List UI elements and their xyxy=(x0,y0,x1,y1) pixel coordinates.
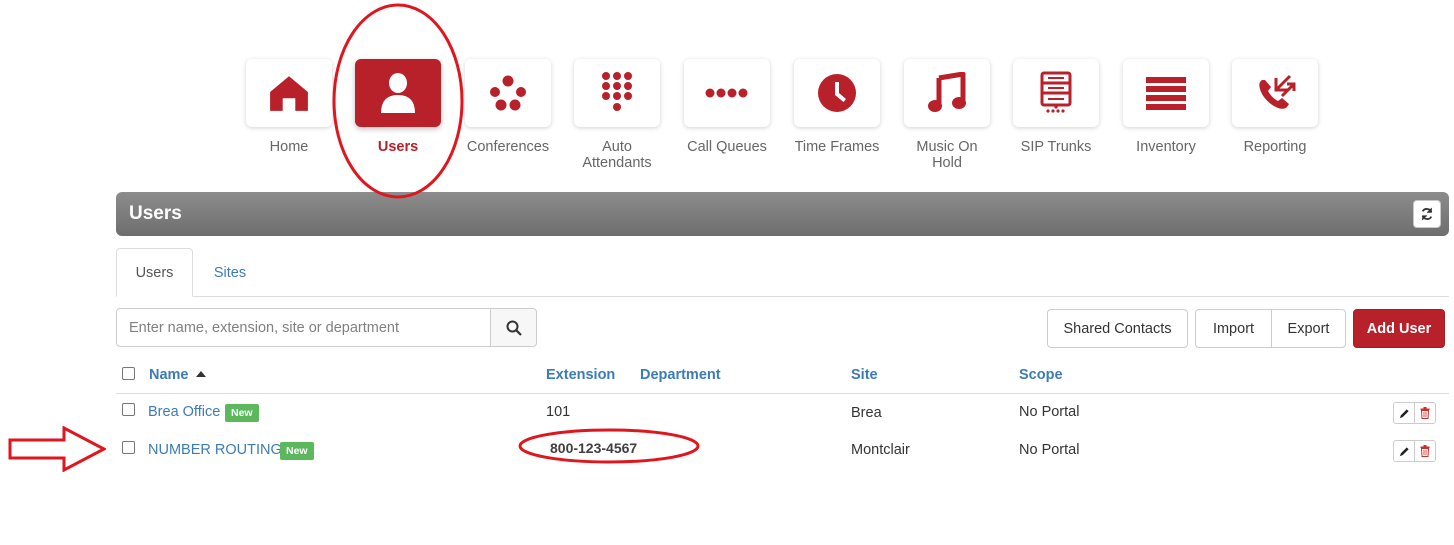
nav-label-home: Home xyxy=(269,139,309,155)
nav-item-reporting[interactable]: Reporting xyxy=(1230,59,1320,155)
search-button[interactable] xyxy=(490,308,537,347)
user-name-link[interactable]: Brea Office xyxy=(148,404,220,420)
pencil-icon xyxy=(1399,446,1409,456)
edit-button[interactable] xyxy=(1393,440,1415,462)
conference-dots-icon xyxy=(490,75,526,111)
nav-label-time-frames: Time Frames xyxy=(794,139,880,155)
user-icon xyxy=(381,73,415,113)
new-badge: New xyxy=(280,442,314,460)
sort-ascending-icon xyxy=(195,371,206,377)
nav-label-users: Users xyxy=(377,139,419,155)
nav-item-sip-trunks[interactable]: SIP Trunks xyxy=(1011,59,1101,155)
list-icon xyxy=(1146,77,1186,110)
scope-cell: No Portal xyxy=(1019,404,1080,420)
delete-button[interactable] xyxy=(1414,402,1436,424)
nav-item-time-frames[interactable]: Time Frames xyxy=(792,59,882,155)
nav-label-inventory: Inventory xyxy=(1136,139,1196,155)
column-header-extension[interactable]: Extension xyxy=(546,367,615,383)
user-name-link[interactable]: NUMBER ROUTING xyxy=(148,442,282,458)
column-header-department[interactable]: Department xyxy=(640,367,721,383)
extension-cell: 800-123-4567 xyxy=(550,440,638,456)
section-header: Users xyxy=(116,192,1449,236)
import-button[interactable]: Import xyxy=(1195,309,1272,348)
delete-button[interactable] xyxy=(1414,440,1436,462)
row-checkbox[interactable] xyxy=(122,403,135,416)
nav-item-conferences[interactable]: Conferences xyxy=(463,59,553,155)
nav-item-call-queues[interactable]: Call Queues xyxy=(682,59,772,155)
nav-item-home[interactable]: Home xyxy=(244,59,334,155)
keypad-icon xyxy=(602,72,632,111)
edit-button[interactable] xyxy=(1393,402,1415,424)
extension-cell: 101 xyxy=(546,404,571,420)
site-cell: Montclair xyxy=(851,442,910,458)
trash-icon xyxy=(1420,407,1430,419)
tab-sites[interactable]: Sites xyxy=(200,248,260,297)
site-cell: Brea xyxy=(851,405,882,421)
nav-item-music-on-hold[interactable]: Music On Hold xyxy=(902,59,992,171)
annotation-arrow-icon xyxy=(8,426,106,472)
home-icon xyxy=(270,76,308,111)
clock-icon xyxy=(818,74,856,112)
server-icon xyxy=(1040,71,1072,113)
nav-item-inventory[interactable]: Inventory xyxy=(1121,59,1211,155)
nav-label-call-queues: Call Queues xyxy=(687,139,767,155)
tabs-divider xyxy=(116,296,1449,297)
column-header-name[interactable]: Name xyxy=(149,367,206,383)
scope-cell: No Portal xyxy=(1019,442,1080,458)
refresh-icon xyxy=(1421,207,1433,221)
column-header-name-label: Name xyxy=(149,367,189,383)
nav-item-auto-attendants[interactable]: Auto Attendants xyxy=(572,59,662,171)
music-note-icon xyxy=(928,72,966,112)
new-badge: New xyxy=(225,404,259,422)
search-icon xyxy=(506,320,522,336)
row-checkbox[interactable] xyxy=(122,441,135,454)
select-all-checkbox[interactable] xyxy=(122,367,135,380)
pencil-icon xyxy=(1399,408,1409,418)
phone-arrows-icon xyxy=(1259,74,1296,109)
shared-contacts-button[interactable]: Shared Contacts xyxy=(1047,309,1188,348)
nav-label-sip-trunks: SIP Trunks xyxy=(1020,139,1092,155)
column-header-scope[interactable]: Scope xyxy=(1019,367,1063,383)
page-title: Users xyxy=(129,203,182,224)
nav-item-users[interactable]: Users xyxy=(353,59,443,155)
search-input[interactable] xyxy=(116,308,491,347)
export-button[interactable]: Export xyxy=(1271,309,1346,348)
nav-label-conferences: Conferences xyxy=(466,139,550,155)
nav-label-music-on-hold: Music On Hold xyxy=(916,139,978,171)
column-header-site[interactable]: Site xyxy=(851,367,878,383)
trash-icon xyxy=(1420,445,1430,457)
nav-label-auto-attendants: Auto Attendants xyxy=(582,139,652,171)
queue-dots-icon xyxy=(705,88,748,98)
tab-users[interactable]: Users xyxy=(116,248,193,297)
refresh-button[interactable] xyxy=(1413,200,1441,228)
header-row-divider xyxy=(116,393,1449,394)
nav-label-reporting: Reporting xyxy=(1243,139,1307,155)
add-user-button[interactable]: Add User xyxy=(1353,309,1445,348)
